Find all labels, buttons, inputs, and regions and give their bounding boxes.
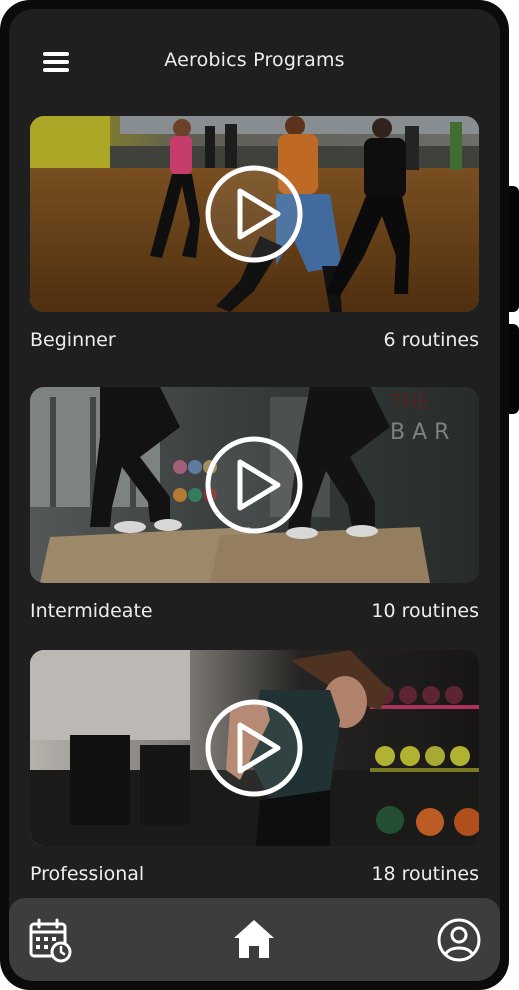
play-icon[interactable] (204, 164, 304, 264)
program-card-beginner[interactable]: Beginner 6 routines (30, 116, 479, 352)
calendar-clock-icon[interactable] (27, 918, 73, 964)
program-label: Intermideate (30, 600, 153, 622)
page-title: Aerobics Programs (164, 49, 345, 71)
program-thumbnail[interactable]: THE B A R (30, 387, 479, 583)
phone-mockup: Aerobics Programs Beginner 6 routines In… (0, 0, 519, 990)
program-thumbnail[interactable] (30, 650, 479, 846)
program-label: Professional (30, 863, 145, 885)
bottom-nav-bar (9, 898, 500, 981)
profile-icon[interactable] (436, 917, 482, 963)
routine-count: 18 routines (371, 863, 479, 885)
phone-frame: Aerobics Programs Beginner 6 routines In… (0, 0, 509, 990)
program-card-professional[interactable]: Professional 18 routines (30, 650, 479, 886)
program-card-intermediate[interactable]: THE B A R (30, 387, 479, 623)
home-icon[interactable] (231, 917, 277, 963)
play-icon[interactable] (204, 698, 304, 798)
program-label: Beginner (30, 329, 116, 351)
routine-count: 6 routines (383, 329, 479, 351)
play-icon[interactable] (204, 435, 304, 535)
routine-count: 10 routines (371, 600, 479, 622)
program-info-row: Professional 18 routines (30, 846, 479, 886)
app-screen: Aerobics Programs Beginner 6 routines In… (9, 9, 500, 981)
app-header: Aerobics Programs (9, 9, 500, 115)
program-info-row: Intermideate 10 routines (30, 583, 479, 623)
program-thumbnail[interactable] (30, 116, 479, 312)
program-info-row: Beginner 6 routines (30, 312, 479, 352)
